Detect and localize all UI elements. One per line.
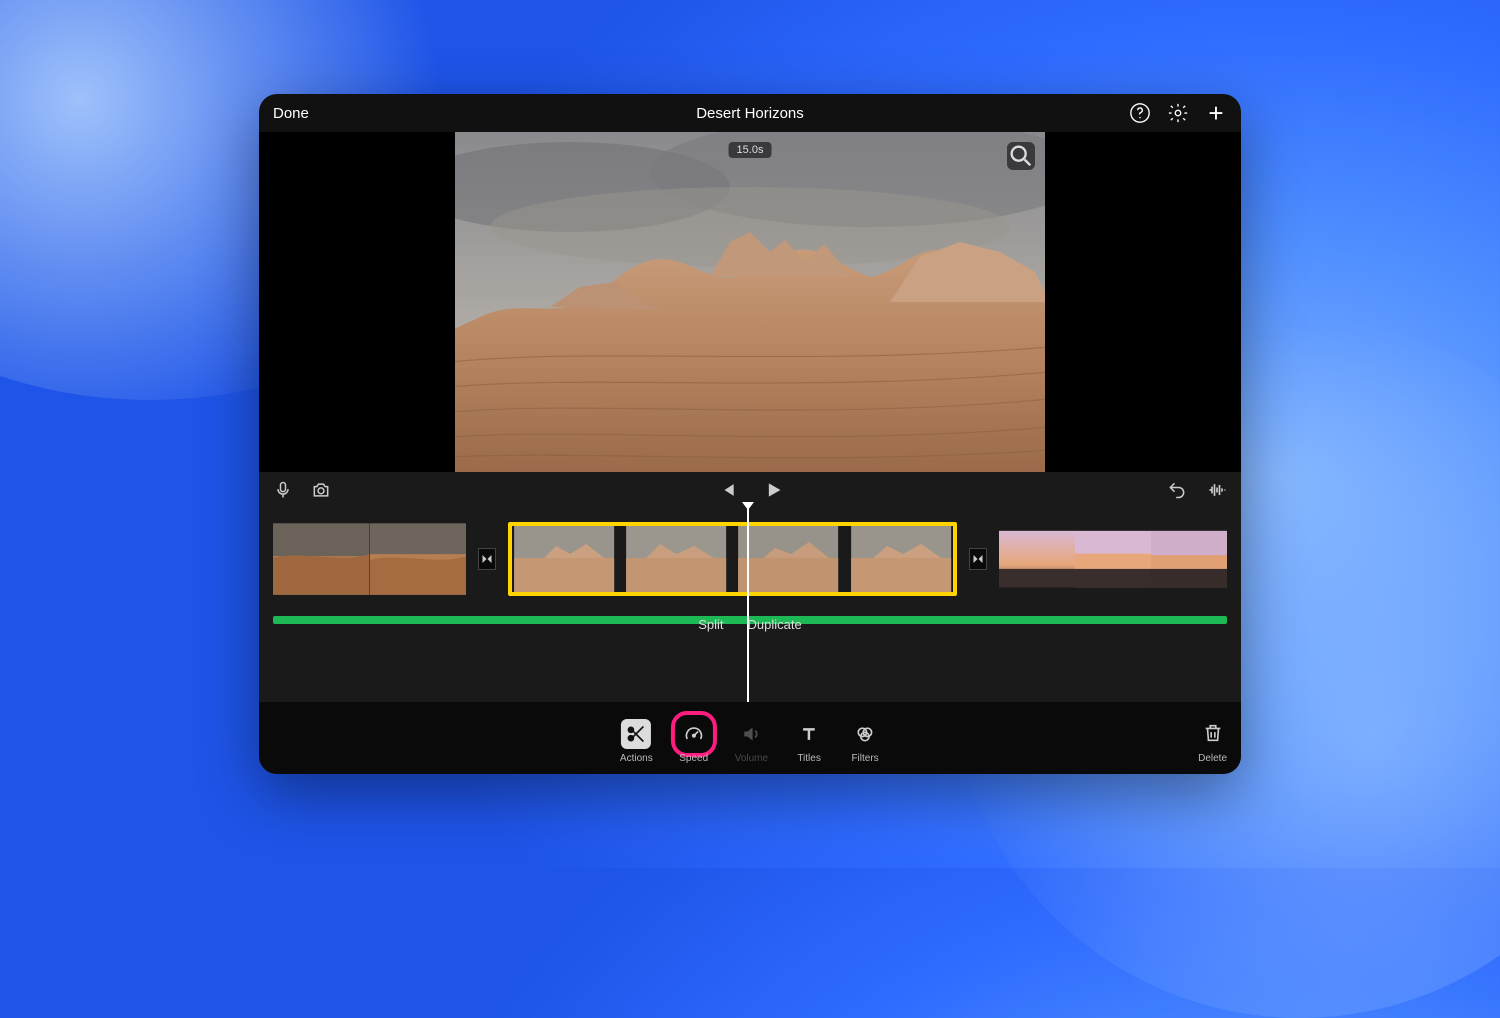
timeline[interactable]: Split Duplicate	[259, 508, 1241, 702]
filters-tool[interactable]: Filters	[850, 719, 880, 764]
transition-icon[interactable]	[478, 548, 496, 570]
titles-label: Titles	[797, 753, 821, 764]
speedometer-icon	[679, 719, 709, 749]
clip-actions-menu: Split Duplicate	[698, 617, 802, 632]
speaker-icon	[736, 719, 766, 749]
transition-icon[interactable]	[969, 548, 987, 570]
overlap-circles-icon	[850, 719, 880, 749]
actions-tool[interactable]: Actions	[620, 719, 653, 764]
split-button[interactable]: Split	[698, 617, 723, 632]
camera-icon[interactable]	[311, 480, 331, 500]
delete-tool[interactable]: Delete	[1198, 722, 1227, 764]
timeline-clip-2-selected[interactable]	[508, 522, 957, 596]
delete-label: Delete	[1198, 753, 1227, 764]
text-icon	[794, 719, 824, 749]
speed-label: Speed	[679, 753, 708, 764]
preview-area: 15.0s	[259, 132, 1241, 472]
duplicate-button[interactable]: Duplicate	[748, 617, 802, 632]
preview-frame[interactable]: 15.0s	[455, 132, 1045, 472]
volume-tool: Volume	[735, 719, 768, 764]
timeline-clip-3[interactable]	[999, 522, 1227, 596]
done-button[interactable]: Done	[273, 105, 309, 122]
header-bar: Done Desert Horizons +	[259, 94, 1241, 132]
filters-label: Filters	[851, 753, 878, 764]
skip-back-icon[interactable]	[717, 480, 737, 500]
speed-tool[interactable]: Speed	[679, 719, 709, 764]
trash-icon	[1202, 722, 1224, 749]
imovie-app-window: Done Desert Horizons +	[259, 94, 1241, 774]
scissors-icon	[621, 719, 651, 749]
magnifier-icon[interactable]	[1007, 142, 1035, 170]
actions-label: Actions	[620, 753, 653, 764]
clips-row	[259, 522, 1241, 596]
play-icon[interactable]	[763, 480, 783, 500]
help-circle-icon[interactable]	[1129, 102, 1151, 124]
gear-icon[interactable]	[1167, 102, 1189, 124]
transport-bar	[259, 472, 1241, 508]
project-title: Desert Horizons	[696, 105, 804, 122]
waveform-icon[interactable]	[1207, 480, 1227, 500]
timeline-clip-1[interactable]	[273, 522, 466, 596]
titles-tool[interactable]: Titles	[794, 719, 824, 764]
volume-label: Volume	[735, 753, 768, 764]
plus-icon[interactable]: +	[1205, 102, 1227, 124]
bottom-tool-bar: Actions Speed Volume Titles	[259, 702, 1241, 774]
clip-duration-badge: 15.0s	[729, 142, 772, 158]
undo-icon[interactable]	[1167, 480, 1187, 500]
microphone-icon[interactable]	[273, 480, 293, 500]
